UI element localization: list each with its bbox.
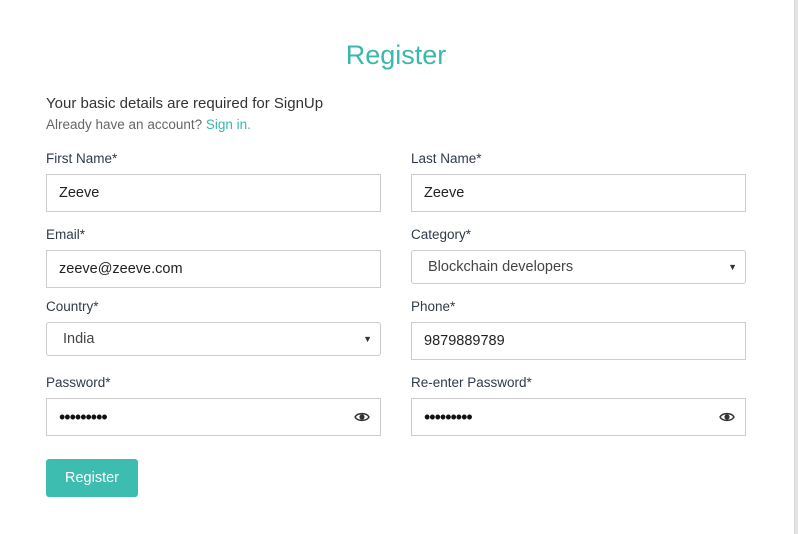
password-label: Password*	[46, 375, 111, 390]
reenter-password-masked-value: •••••••••	[424, 407, 473, 427]
country-label: Country*	[46, 299, 99, 314]
eye-icon[interactable]	[354, 409, 370, 425]
reenter-password-field[interactable]: •••••••••	[411, 398, 746, 436]
email-field[interactable]: zeeve@zeeve.com	[46, 250, 381, 288]
phone-label: Phone*	[411, 299, 456, 314]
account-prompt-text: Already have an account?	[46, 117, 203, 132]
category-selected-value: Blockchain developers	[428, 259, 574, 275]
chevron-down-icon: ▼	[363, 334, 372, 344]
signin-link[interactable]: Sign in.	[206, 117, 251, 132]
first-name-value: Zeeve	[59, 185, 100, 201]
register-button[interactable]: Register	[46, 459, 138, 497]
last-name-value: Zeeve	[424, 185, 465, 201]
phone-field[interactable]: 9879889789	[411, 322, 746, 360]
category-select[interactable]: Blockchain developers ▼	[411, 250, 746, 284]
email-value: zeeve@zeeve.com	[59, 261, 183, 277]
eye-icon[interactable]	[719, 409, 735, 425]
email-label: Email*	[46, 227, 86, 242]
first-name-field[interactable]: Zeeve	[46, 174, 381, 212]
country-select[interactable]: India ▼	[46, 322, 381, 356]
category-label: Category*	[411, 227, 472, 242]
password-field[interactable]: •••••••••	[46, 398, 381, 436]
form-subtitle: Your basic details are required for Sign…	[46, 95, 324, 112]
chevron-down-icon: ▼	[728, 262, 737, 272]
last-name-label: Last Name*	[411, 151, 482, 166]
first-name-label: First Name*	[46, 151, 118, 166]
page-title: Register	[345, 40, 447, 70]
country-selected-value: India	[63, 331, 95, 347]
reenter-password-label: Re-enter Password*	[411, 375, 532, 390]
password-masked-value: •••••••••	[59, 407, 108, 427]
last-name-field[interactable]: Zeeve	[411, 174, 746, 212]
signin-prompt: Already have an account? Sign in.	[46, 117, 251, 132]
register-page: Register Your basic details are required…	[0, 0, 798, 534]
phone-value: 9879889789	[424, 333, 505, 349]
window-edge	[794, 0, 798, 534]
